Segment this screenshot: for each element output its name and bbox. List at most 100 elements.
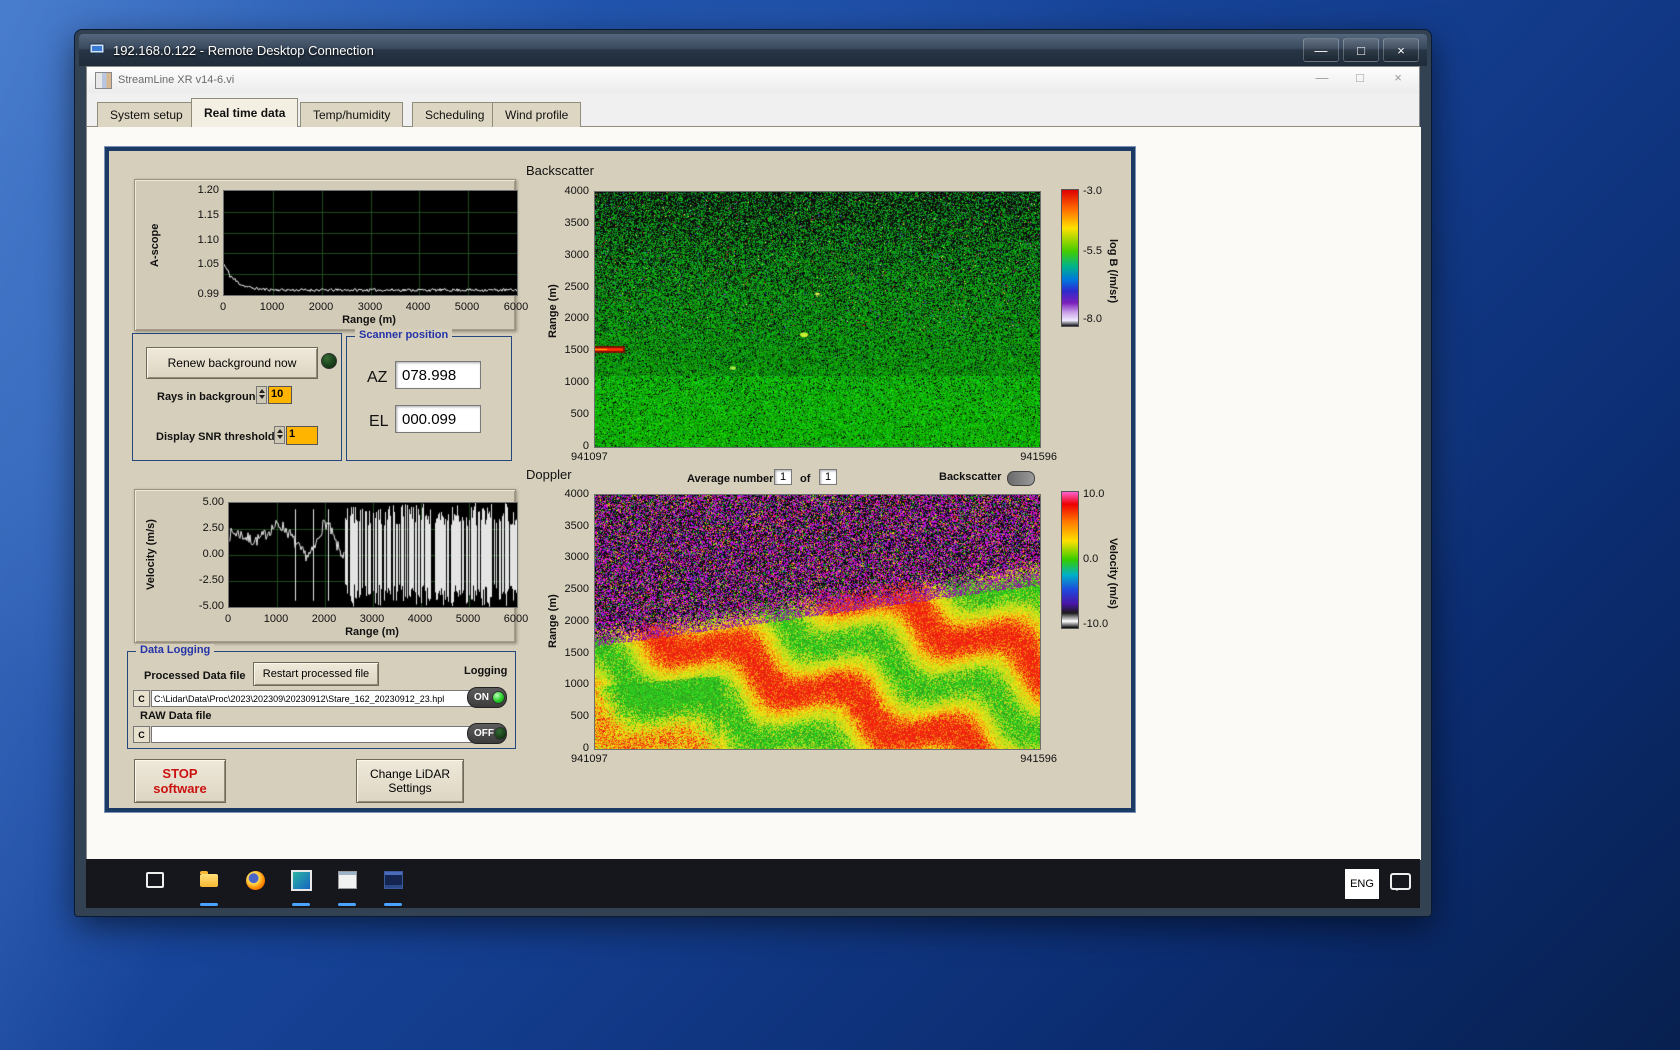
tick-label: 3500 [564,520,589,532]
rdp-close-button[interactable]: × [1383,38,1419,62]
tick-label: 4000 [407,613,433,625]
raw-data-file-label: RAW Data file [140,710,212,722]
snr-spinner[interactable] [274,426,285,444]
change-lidar-line2: Settings [388,781,432,795]
tick-label: 1.20 [197,184,219,196]
tab-temp-humidity[interactable]: Temp/humidity [300,102,404,127]
average-number-field[interactable]: 1 [774,469,792,485]
scanner-position-title: Scanner position [355,329,453,341]
file-explorer-icon[interactable] [198,869,220,891]
tick-label: 1.15 [197,209,219,221]
processed-path-input[interactable] [151,690,483,707]
app-restore-button[interactable]: □ [1349,70,1371,85]
backscatter-display-toggle[interactable] [1007,471,1035,486]
tick-label: 2000 [308,301,334,313]
raw-logging-led [494,727,507,740]
tick-label: -2.50 [198,574,224,586]
rdp-computer-icon [89,43,105,57]
stop-software-button[interactable]: STOP software [134,759,226,803]
tab-scheduling[interactable]: Scheduling [412,102,498,127]
tick-label: 2000 [311,613,337,625]
app-close-button[interactable]: × [1387,70,1409,85]
tick-label: 5000 [455,613,481,625]
scan-scheduler-app-icon[interactable] [336,869,358,891]
tab-real-time-data[interactable]: Real time data [191,98,299,127]
backscatter-colorbar [1061,189,1079,327]
doppler-title: Doppler [526,467,572,482]
tick-label: 2.50 [202,522,224,534]
rdp-maximize-button[interactable]: □ [1343,38,1379,62]
terminal-app-icon[interactable] [382,869,404,891]
tick-label: -3.0 [1083,185,1102,197]
backscatter-heatmap-canvas [594,191,1041,448]
rays-value-field[interactable]: 10 [268,386,292,404]
app-titlebar[interactable]: StreamLine XR v14-6.vi — □ × [87,67,1419,94]
tick-label: -10.0 [1083,618,1109,630]
tick-label: 3000 [564,551,589,563]
real-time-data-panel: A-scope 1.20 1.15 1.10 1.05 0.99 0 1000 … [105,147,1135,812]
renew-background-led [321,353,337,369]
az-value-field[interactable]: 078.998 [395,361,481,389]
el-value-field[interactable]: 000.099 [395,405,481,433]
stop-software-line2: software [153,781,207,796]
velocity-plot-canvas [228,502,518,608]
tick-label: 0.00 [202,548,224,560]
tick-label: 1000 [564,678,589,690]
doppler-colorbar [1061,491,1079,629]
doppler-x-start: 941097 [571,753,608,765]
rdp-title: 192.168.0.122 - Remote Desktop Connectio… [113,42,374,58]
tab-bar: System setup Real time data Temp/humidit… [87,93,1419,127]
processed-logging-led [492,691,505,704]
snr-threshold-label: Display SNR threshold [156,431,275,443]
doppler-heatmap-canvas [594,494,1041,750]
processed-data-file-label: Processed Data file [144,670,246,682]
stop-software-line1: STOP [162,766,198,781]
tick-label: 1000 [263,613,289,625]
restart-processed-file-button[interactable]: Restart processed file [253,662,379,686]
firefox-icon[interactable] [244,869,266,891]
renew-background-button[interactable]: Renew background now [146,347,318,379]
processed-drive-selector[interactable]: C [133,690,150,707]
rdp-window: 192.168.0.122 - Remote Desktop Connectio… [75,30,1431,916]
change-lidar-settings-button[interactable]: Change LiDAR Settings [356,759,464,803]
velocity-y-axis-label: Velocity (m/s) [145,519,157,591]
tick-label: 0.99 [197,288,219,300]
tick-label: 2000 [564,312,589,324]
rays-spinner[interactable] [256,386,267,404]
average-number-label: Average number [687,473,774,485]
tick-label: 4000 [405,301,431,313]
rdp-titlebar[interactable]: 192.168.0.122 - Remote Desktop Connectio… [79,34,1427,66]
tick-label: -5.00 [198,600,224,612]
tab-wind-profile[interactable]: Wind profile [492,102,582,127]
rdp-minimize-button[interactable]: — [1303,38,1339,62]
tick-label: 1500 [564,344,589,356]
of-label: of [800,473,811,485]
ascope-plot-canvas [223,190,518,296]
photos-app-icon[interactable] [290,869,312,891]
remote-desktop: StreamLine XR v14-6.vi — □ × System setu… [79,66,1427,908]
raw-drive-selector[interactable]: C [133,726,150,743]
ascope-y-axis-label: A-scope [149,223,161,267]
tick-label: 4000 [564,488,589,500]
notifications-icon[interactable] [1390,873,1411,891]
average-of-field[interactable]: 1 [819,469,837,485]
tick-label: 2500 [564,583,589,595]
photos-running-indicator [292,903,310,906]
file-explorer-running-indicator [200,903,218,906]
ascope-x-axis-label: Range (m) [342,314,396,326]
raw-path-input[interactable] [151,726,483,743]
tab-system-setup[interactable]: System setup [97,102,196,127]
app-minimize-button[interactable]: — [1311,70,1333,85]
app-title: StreamLine XR v14-6.vi [118,74,235,86]
tick-label: 6000 [503,301,529,313]
logging-label: Logging [464,665,508,677]
az-label: AZ [367,369,388,386]
language-indicator[interactable]: ENG [1345,869,1379,899]
tick-label: 1500 [564,647,589,659]
tick-label: 4000 [564,185,589,197]
backscatter-colorbar-label: log B (/m/sr) [1107,238,1119,304]
task-view-icon[interactable] [144,869,166,891]
tick-label: 1.10 [197,234,219,246]
app-content: A-scope 1.20 1.15 1.10 1.05 0.99 0 1000 … [87,127,1421,860]
snr-value-field[interactable]: 1 [286,426,318,445]
